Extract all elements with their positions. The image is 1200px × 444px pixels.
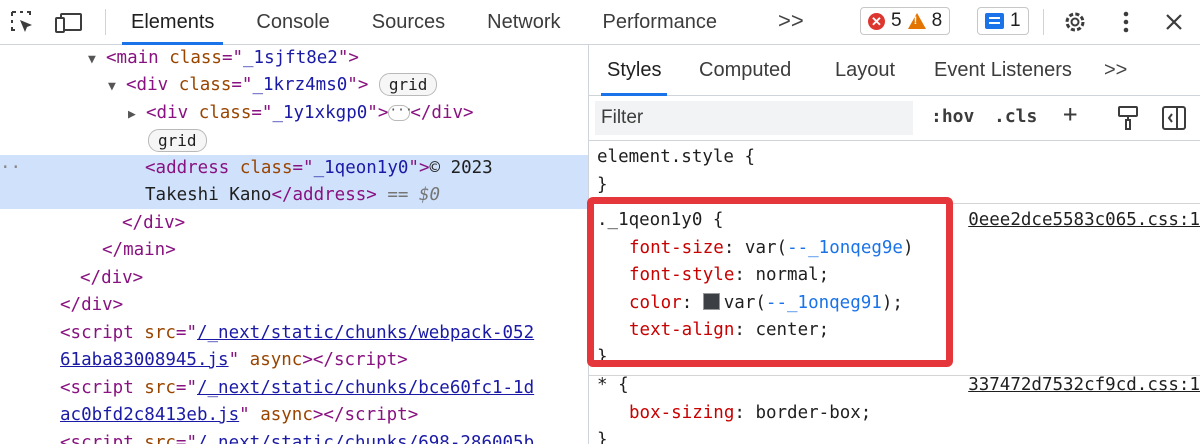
more-tabs-button[interactable]: >>: [778, 8, 804, 34]
settings-gear-icon[interactable]: [1061, 8, 1089, 36]
dom-node-address-selected[interactable]: ·· <address class="_1qeon1y0">© 2023: [0, 155, 588, 182]
dom-close-div2: </div>: [80, 268, 144, 288]
dom-tree-panel[interactable]: ▼ <main class="_1sjft8e2"> ▼ <div class="_…: [0, 45, 588, 444]
dom-grid-badge-row: grid: [0, 128, 588, 155]
dom-script-2-cont[interactable]: ac0bfd2c8413eb.js" async></script>: [0, 402, 588, 429]
dom-node-div-grid[interactable]: ▼ <div class="_1krz4ms0"> grid: [0, 72, 588, 99]
tab-performance[interactable]: Performance: [582, 0, 739, 44]
expand-ellipsis-icon[interactable]: ···: [388, 104, 413, 121]
dom-close-div3: </div>: [60, 295, 124, 315]
dom-close-div: </div>: [122, 213, 186, 233]
devtools-toolbar: Elements Console Sources Network Perform…: [0, 0, 1200, 45]
dom-script-1[interactable]: <script src="/_next/static/chunks/webpac…: [0, 320, 588, 347]
styles-subtabs: Styles Computed Layout Event Listeners >…: [589, 45, 1200, 96]
messages-badge[interactable]: 1: [977, 7, 1029, 35]
dom-script-1-cont[interactable]: 61aba83008945.js" async></script>: [0, 347, 588, 374]
class-toggle[interactable]: .cls: [994, 106, 1037, 127]
message-icon: [985, 13, 1004, 29]
sidebar-toggle-icon[interactable]: [1161, 104, 1187, 137]
kebab-menu-icon[interactable]: [1112, 8, 1140, 36]
rule2-selector[interactable]: * {: [597, 372, 629, 399]
dom-script-3[interactable]: <script src="/_next/static/chunks/698-28…: [0, 430, 588, 444]
dom-script-2[interactable]: <script src="/_next/static/chunks/bce60f…: [0, 375, 588, 402]
dom-node-main[interactable]: ▼ <main class="_1sjft8e2">: [0, 45, 588, 72]
new-rule-plus-icon[interactable]: +: [1063, 100, 1077, 128]
message-count: 1: [1010, 10, 1021, 31]
styles-filter-input[interactable]: Filter: [595, 101, 913, 135]
device-toolbar-icon[interactable]: [54, 8, 82, 36]
error-count: 5: [891, 10, 902, 31]
more-subtabs-button[interactable]: >>: [1104, 45, 1127, 95]
tab-network[interactable]: Network: [466, 0, 581, 44]
warning-icon: !: [907, 13, 926, 29]
error-icon: ✕: [868, 12, 885, 30]
prop-box-sizing[interactable]: box-sizing: border-box;: [629, 400, 871, 427]
hover-state-toggle[interactable]: :hov: [931, 106, 974, 127]
tab-elements[interactable]: Elements: [110, 0, 235, 45]
tab-computed[interactable]: Computed: [699, 45, 791, 95]
dom-node-div-collapsed[interactable]: ▶ <div class="_1y1xkgp0">···</div>: [0, 100, 588, 127]
rule2-source-link[interactable]: 337472d7532cf9cd.css:1: [968, 372, 1200, 399]
dom-close-main: </main>: [102, 240, 176, 260]
issues-badge[interactable]: ✕ 5 ! 8: [860, 7, 951, 35]
grid-badge-2[interactable]: grid: [148, 129, 207, 152]
rule-source-link[interactable]: 0eee2dce5583c065.css:1: [968, 207, 1200, 234]
styles-filter-bar: Filter :hov .cls +: [589, 96, 1200, 141]
highlight-annotation-box: [587, 197, 953, 367]
grid-badge[interactable]: grid: [378, 73, 438, 96]
close-icon[interactable]: [1160, 8, 1188, 36]
dom-node-address-cont[interactable]: Takeshi Kano</address> == $0: [0, 182, 588, 209]
paint-brush-icon[interactable]: [1115, 104, 1141, 137]
element-style-rule[interactable]: element.style {: [597, 144, 755, 171]
tab-event-listeners[interactable]: Event Listeners: [934, 45, 1072, 95]
tab-console[interactable]: Console: [235, 0, 350, 44]
tab-layout[interactable]: Layout: [835, 45, 895, 95]
inspect-element-icon[interactable]: [8, 8, 36, 36]
tab-styles[interactable]: Styles: [600, 45, 668, 96]
warning-count: 8: [931, 10, 943, 31]
tab-sources[interactable]: Sources: [351, 0, 466, 44]
main-tabs: Elements Console Sources Network Perform…: [110, 0, 739, 45]
